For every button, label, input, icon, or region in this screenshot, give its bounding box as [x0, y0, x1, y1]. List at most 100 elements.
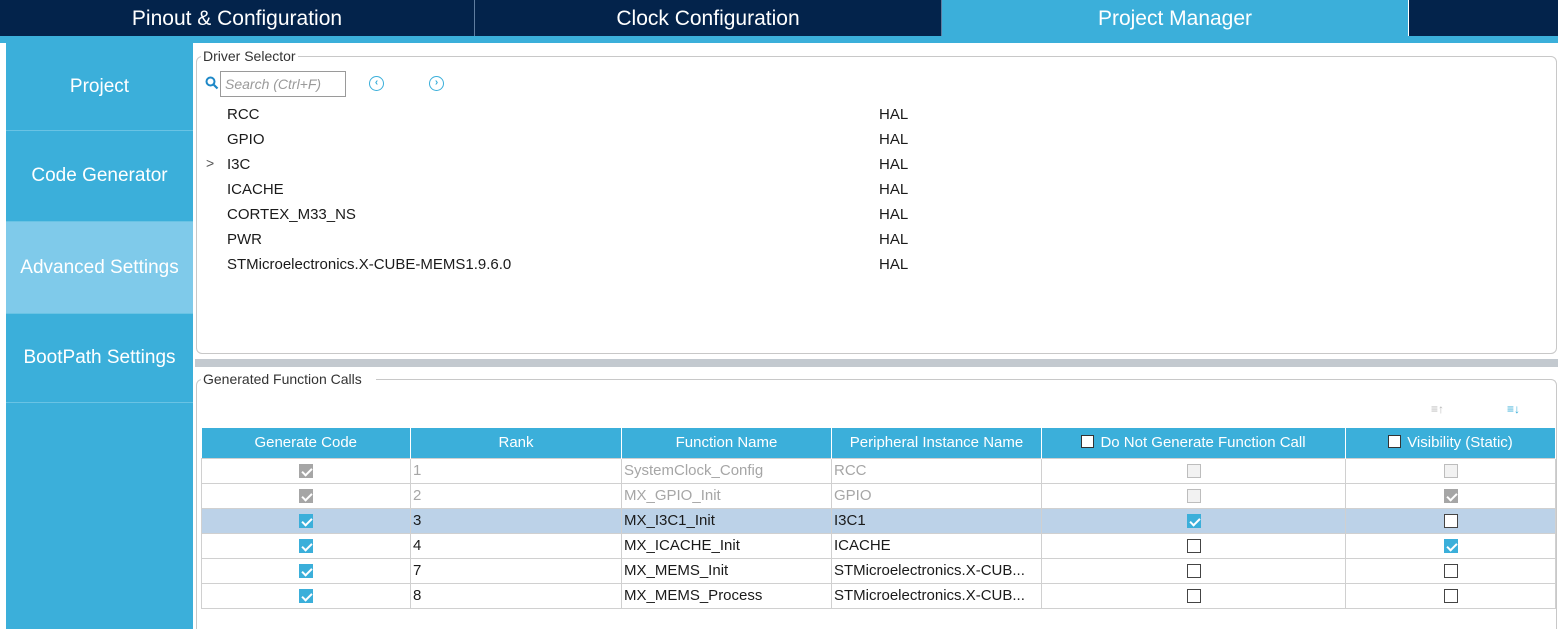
driver-type-value[interactable]: HAL: [879, 156, 908, 173]
driver-row[interactable]: > I3C HAL: [200, 153, 1550, 178]
driver-row[interactable]: GPIO HAL: [200, 128, 1550, 153]
column-header-do-not-generate[interactable]: Do Not Generate Function Call: [1041, 428, 1346, 458]
rank-cell: 8: [410, 582, 622, 609]
driver-row[interactable]: PWR HAL: [200, 228, 1550, 253]
column-header-rank[interactable]: Rank: [410, 428, 622, 458]
expand-chevron-icon[interactable]: >: [206, 155, 214, 171]
driver-peripheral-name: ICACHE: [227, 181, 284, 198]
function-name-cell: MX_ICACHE_Init: [621, 532, 832, 559]
table-row[interactable]: 3 MX_I3C1_Init I3C1: [201, 507, 1556, 534]
do-not-generate-header-label: Do Not Generate Function Call: [1100, 434, 1306, 452]
function-calls-body: 1 SystemClock_Config RCC 2 MX_GPIO_Init GPIO 3…: [201, 457, 1556, 609]
rank-cell: 2: [410, 482, 622, 509]
table-row[interactable]: 4 MX_ICACHE_Init ICACHE: [201, 532, 1556, 559]
driver-row[interactable]: CORTEX_M33_NS HAL: [200, 203, 1550, 228]
peripheral-instance-cell: STMicroelectronics.X-CUB...: [831, 557, 1042, 584]
visibility-static-checkbox: [1443, 464, 1458, 479]
sidebar-item-code-generator[interactable]: Code Generator: [6, 131, 193, 222]
peripheral-instance-cell: RCC: [831, 457, 1042, 484]
driver-type-value[interactable]: HAL: [879, 106, 908, 123]
do-not-generate-checkbox[interactable]: [1186, 539, 1201, 554]
tab-project-manager[interactable]: Project Manager: [942, 0, 1409, 36]
driver-peripheral-name: GPIO: [227, 131, 265, 148]
driver-peripheral-name: CORTEX_M33_NS: [227, 206, 356, 223]
tab-clock-configuration[interactable]: Clock Configuration: [475, 0, 942, 36]
function-calls-title: Generated Function Calls: [201, 371, 376, 387]
generate-code-cell: [201, 557, 411, 584]
table-row[interactable]: 2 MX_GPIO_Init GPIO: [201, 482, 1556, 509]
peripheral-instance-cell: GPIO: [831, 482, 1042, 509]
column-header-function-name[interactable]: Function Name: [621, 428, 832, 458]
sidebar-item-advanced-settings[interactable]: Advanced Settings: [6, 222, 193, 314]
visibility-static-cell: [1345, 507, 1556, 534]
generate-code-checkbox[interactable]: [299, 564, 313, 579]
table-row[interactable]: 8 MX_MEMS_Process STMicroelectronics.X-CUB…: [201, 582, 1556, 609]
generate-code-checkbox[interactable]: [299, 539, 313, 554]
driver-peripheral-name: I3C: [227, 156, 251, 173]
function-name-cell: MX_I3C1_Init: [621, 507, 832, 534]
do-not-generate-cell: [1041, 507, 1346, 534]
sort-descending-icon[interactable]: ≡↓: [1507, 402, 1520, 416]
visibility-static-checkbox[interactable]: [1443, 514, 1458, 529]
tab-pinout-configuration[interactable]: Pinout & Configuration: [0, 0, 475, 36]
do-not-generate-cell: [1041, 457, 1346, 484]
do-not-generate-cell: [1041, 557, 1346, 584]
sort-ascending-icon[interactable]: ≡↑: [1431, 402, 1444, 416]
visibility-static-checkbox[interactable]: [1443, 589, 1458, 604]
function-name-cell: MX_MEMS_Process: [621, 582, 832, 609]
driver-type-value[interactable]: HAL: [879, 131, 908, 148]
do-not-generate-checkbox: [1186, 489, 1201, 504]
visibility-static-checkbox: [1443, 489, 1458, 504]
driver-peripheral-name: PWR: [227, 231, 262, 248]
driver-type-value[interactable]: HAL: [879, 231, 908, 248]
sidebar-item-project[interactable]: Project: [6, 43, 193, 131]
visibility-static-cell: [1345, 582, 1556, 609]
rank-cell: 4: [410, 532, 622, 559]
visibility-static-header-label: Visibility (Static): [1407, 434, 1513, 452]
function-calls-table: Generate Code Rank Function Name Periphe…: [201, 428, 1556, 609]
generate-code-cell: [201, 532, 411, 559]
pane-splitter[interactable]: [195, 359, 1558, 367]
generate-code-checkbox[interactable]: [299, 514, 313, 529]
driver-type-value[interactable]: HAL: [879, 256, 908, 273]
top-tab-bar: Pinout & Configuration Clock Configurati…: [0, 0, 1558, 36]
table-row[interactable]: 1 SystemClock_Config RCC: [201, 457, 1556, 484]
visibility-static-cell: [1345, 482, 1556, 509]
do-not-generate-checkbox[interactable]: [1186, 564, 1201, 579]
visibility-static-checkbox[interactable]: [1443, 539, 1458, 554]
visibility-static-cell: [1345, 557, 1556, 584]
generate-code-checkbox: [299, 489, 313, 504]
next-match-icon[interactable]: ›: [429, 76, 444, 91]
sidebar-item-bootpath-settings[interactable]: BootPath Settings: [6, 314, 193, 403]
do-not-generate-all-checkbox[interactable]: [1081, 435, 1095, 449]
rank-cell: 1: [410, 457, 622, 484]
generate-code-cell: [201, 457, 411, 484]
generate-code-cell: [201, 582, 411, 609]
search-input[interactable]: [220, 71, 346, 97]
search-icon[interactable]: [205, 76, 219, 90]
driver-row[interactable]: STMicroelectronics.X-CUBE-MEMS1.9.6.0 HAL: [200, 253, 1550, 278]
do-not-generate-cell: [1041, 532, 1346, 559]
column-header-generate-code[interactable]: Generate Code: [201, 428, 411, 458]
function-name-cell: MX_GPIO_Init: [621, 482, 832, 509]
table-header-row: Generate Code Rank Function Name Periphe…: [201, 428, 1556, 458]
previous-match-icon[interactable]: ‹: [369, 76, 384, 91]
visibility-static-all-checkbox[interactable]: [1388, 435, 1402, 449]
column-header-peripheral-instance-name[interactable]: Peripheral Instance Name: [831, 428, 1042, 458]
generate-code-cell: [201, 482, 411, 509]
driver-peripheral-name: STMicroelectronics.X-CUBE-MEMS1.9.6.0: [227, 256, 512, 273]
driver-type-value[interactable]: HAL: [879, 206, 908, 223]
visibility-static-cell: [1345, 457, 1556, 484]
do-not-generate-checkbox[interactable]: [1186, 589, 1201, 604]
column-header-visibility-static[interactable]: Visibility (Static): [1345, 428, 1556, 458]
do-not-generate-cell: [1041, 482, 1346, 509]
driver-selector-title: Driver Selector: [201, 48, 298, 64]
table-row[interactable]: 7 MX_MEMS_Init STMicroelectronics.X-CUB...: [201, 557, 1556, 584]
generate-code-checkbox[interactable]: [299, 589, 313, 604]
driver-row[interactable]: ICACHE HAL: [200, 178, 1550, 203]
visibility-static-checkbox[interactable]: [1443, 564, 1458, 579]
driver-row[interactable]: RCC HAL: [200, 103, 1550, 128]
generate-code-cell: [201, 507, 411, 534]
do-not-generate-checkbox[interactable]: [1186, 514, 1201, 529]
driver-type-value[interactable]: HAL: [879, 181, 908, 198]
